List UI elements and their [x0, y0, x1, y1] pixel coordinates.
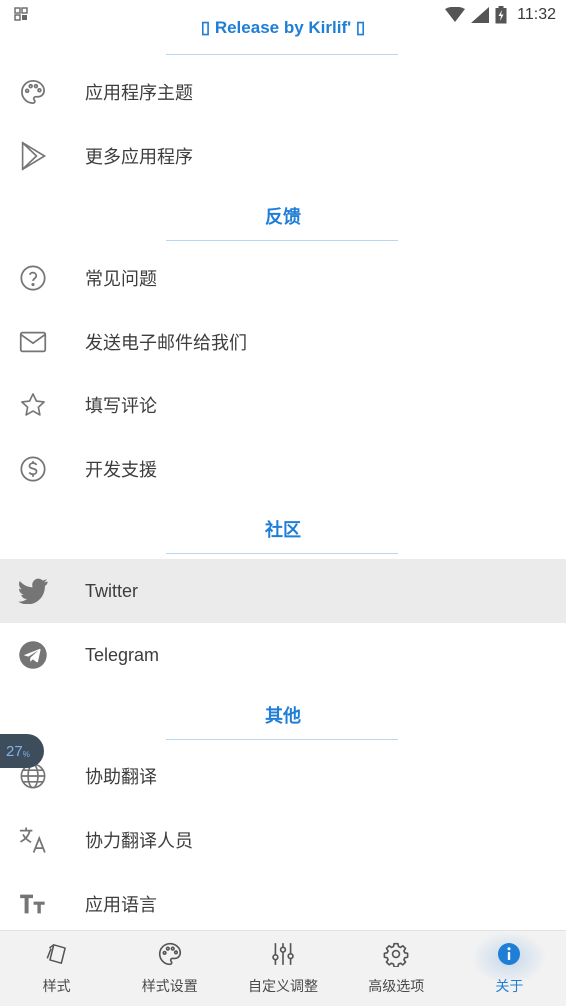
- help-circle-icon: [18, 263, 48, 293]
- telegram-icon: [18, 640, 48, 670]
- section-header-feedback: 反馈: [265, 207, 301, 228]
- menu-item-label: 应用语言: [85, 895, 157, 916]
- menu-item-faq[interactable]: 常见问题: [0, 246, 566, 310]
- section-header-other: 其他: [265, 706, 301, 727]
- menu-item-label: Telegram: [85, 644, 160, 665]
- divider: [166, 240, 398, 241]
- menu-item-support[interactable]: 开发支援: [0, 437, 566, 501]
- menu-item-label: 协助翻译: [85, 767, 157, 788]
- palette-icon: [18, 77, 48, 107]
- menu-item-telegram[interactable]: Telegram: [0, 623, 566, 687]
- nav-tab-style[interactable]: 样式: [0, 931, 113, 1006]
- menu-item-twitter[interactable]: Twitter: [0, 559, 566, 623]
- nav-tab-style-settings[interactable]: 样式设置: [113, 931, 226, 1006]
- nav-tab-label: 样式: [42, 979, 71, 995]
- menu-item-help-translate[interactable]: 协助翻译: [0, 744, 566, 808]
- menu-item-label: 协力翻译人员: [85, 831, 193, 852]
- info-icon: [496, 941, 522, 967]
- menu-item-app-language[interactable]: 应用语言: [0, 872, 566, 936]
- divider: [166, 54, 398, 55]
- bottom-navigation: 样式 样式设置 自定义调整 高级选项 关于: [0, 930, 566, 1006]
- mail-icon: [18, 327, 48, 357]
- menu-item-label: 常见问题: [85, 269, 157, 290]
- sliders-icon: [270, 941, 296, 967]
- style-cards-icon: [44, 941, 70, 967]
- section-header-community: 社区: [265, 520, 301, 541]
- menu-item-more-apps[interactable]: 更多应用程序: [0, 124, 566, 188]
- badge-value: 27: [6, 742, 23, 760]
- menu-item-label: Twitter: [85, 580, 139, 601]
- nav-tab-label: 样式设置: [141, 979, 198, 995]
- divider: [166, 553, 398, 554]
- nav-tab-label: 自定义调整: [248, 979, 318, 995]
- menu-item-label: 发送电子邮件给我们: [85, 333, 247, 354]
- menu-item-translators[interactable]: 协力翻译人员: [0, 808, 566, 872]
- dollar-circle-icon: [18, 454, 48, 484]
- release-banner: ▯ Release by Kirlif' ▯: [200, 18, 366, 37]
- menu-item-app-theme[interactable]: 应用程序主题: [0, 60, 566, 124]
- menu-item-label: 填写评论: [85, 396, 157, 417]
- menu-item-label: 更多应用程序: [85, 147, 193, 168]
- nav-tab-advanced[interactable]: 高级选项: [340, 931, 453, 1006]
- nav-tab-label: 高级选项: [368, 979, 425, 995]
- nav-tab-label: 关于: [495, 979, 524, 995]
- text-size-icon: [18, 889, 48, 919]
- menu-item-email[interactable]: 发送电子邮件给我们: [0, 310, 566, 374]
- nav-tab-about[interactable]: 关于: [453, 931, 566, 1006]
- badge-unit: %: [22, 749, 30, 759]
- menu-item-label: 开发支援: [85, 460, 157, 481]
- nav-tab-custom-adjust[interactable]: 自定义调整: [226, 931, 339, 1006]
- menu-item-label: 应用程序主题: [85, 83, 193, 104]
- gear-icon: [383, 941, 409, 967]
- play-store-icon: [18, 141, 48, 171]
- divider: [166, 739, 398, 740]
- star-icon: [18, 390, 48, 420]
- twitter-icon: [18, 576, 48, 606]
- menu-item-review[interactable]: 填写评论: [0, 373, 566, 437]
- translate-icon: [18, 825, 48, 855]
- palette-icon: [157, 941, 183, 967]
- floating-percent-badge[interactable]: 27%: [0, 734, 44, 768]
